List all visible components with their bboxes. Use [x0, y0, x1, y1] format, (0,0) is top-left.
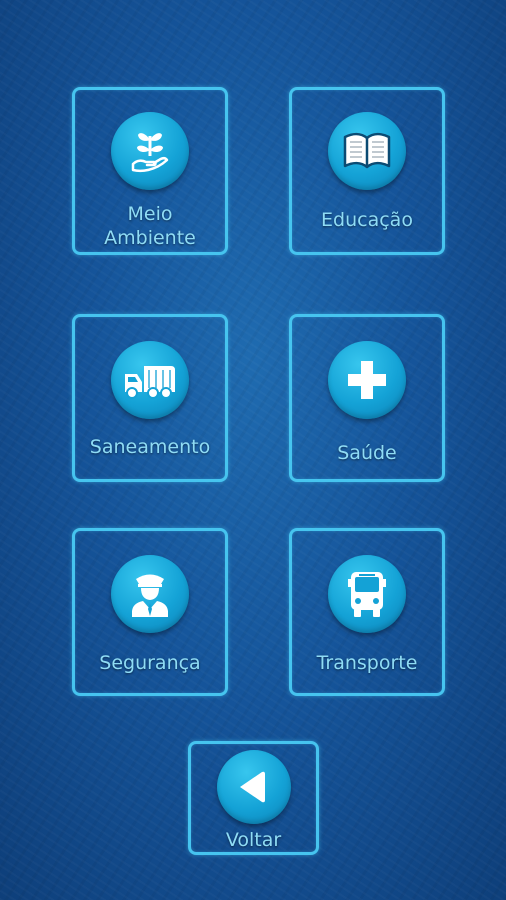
- police-officer-icon: [111, 555, 189, 633]
- back-arrow-icon: [216, 750, 291, 824]
- voltar-label: Voltar: [225, 829, 282, 851]
- educacao-button[interactable]: Educação: [289, 87, 445, 255]
- saneamento-button[interactable]: Saneamento: [72, 314, 228, 482]
- garbage-truck-icon: [111, 341, 189, 419]
- meio-ambiente-label-line2: Ambiente: [104, 227, 196, 249]
- transporte-button[interactable]: Transporte: [289, 528, 445, 696]
- educacao-label: Educação: [321, 209, 413, 231]
- seguranca-label: Segurança: [99, 652, 201, 674]
- meio-ambiente-label: Meio Ambiente: [75, 202, 225, 250]
- meio-ambiente-label-line1: Meio: [127, 203, 173, 225]
- saude-button[interactable]: Saúde: [289, 314, 445, 482]
- transporte-label: Transporte: [316, 652, 418, 674]
- voltar-button[interactable]: Voltar: [188, 741, 319, 855]
- bus-icon: [328, 555, 406, 633]
- meio-ambiente-button[interactable]: Meio Ambiente: [72, 87, 228, 255]
- book-icon: [328, 112, 406, 190]
- plant-hand-icon: [111, 112, 189, 190]
- seguranca-button[interactable]: Segurança: [72, 528, 228, 696]
- saneamento-label: Saneamento: [89, 436, 211, 458]
- saude-label: Saúde: [337, 442, 397, 464]
- medical-cross-icon: [328, 341, 406, 419]
